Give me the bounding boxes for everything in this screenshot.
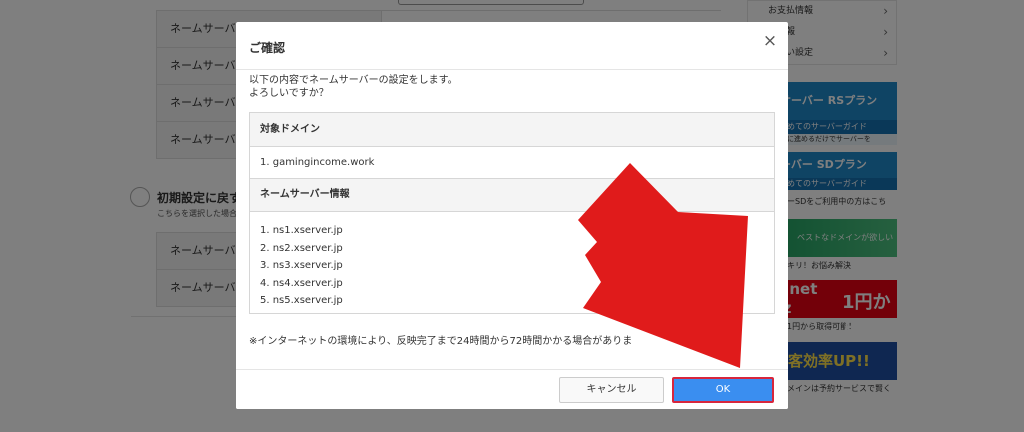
dialog-footer: キャンセル OK [236, 369, 788, 409]
propagation-note: ※インターネットの環境により、反映完了まで24時間から72時間かかる場合がありま [249, 336, 633, 347]
list-item: 4. ns4.xserver.jp [260, 277, 343, 289]
list-item: 3. ns3.xserver.jp [260, 260, 343, 271]
list-item: 5. ns5.xserver.jp [260, 295, 343, 306]
list-item: 2. ns2.xserver.jp [260, 242, 343, 254]
dialog-intro: 以下の内容でネームサーバーの設定をします。 よろしいですか？ [249, 74, 458, 100]
nameserver-list: 1. ns1.xserver.jp 2. ns2.xserver.jp 3. n… [250, 212, 774, 310]
cancel-button[interactable]: キャンセル [559, 377, 664, 403]
domain-heading: 対象ドメイン [250, 113, 774, 147]
ok-button[interactable]: OK [672, 377, 774, 403]
domain-value: 1. gamingincome.work [250, 147, 774, 179]
intro-line: 以下の内容でネームサーバーの設定をします。 [249, 75, 458, 86]
nameserver-heading: ネームサーバー情報 [250, 179, 774, 212]
close-icon[interactable]: × [759, 30, 781, 52]
list-item: 1. ns1.xserver.jp [260, 225, 343, 236]
confirm-details-box: 対象ドメイン 1. gamingincome.work ネームサーバー情報 1.… [249, 112, 775, 314]
dialog-body: 以下の内容でネームサーバーの設定をします。 よろしいですか？ 対象ドメイン 1.… [236, 70, 788, 370]
dialog-title: ご確認 [249, 41, 286, 55]
dialog-header: ご確認 × [236, 22, 788, 70]
confirm-dialog: ご確認 × 以下の内容でネームサーバーの設定をします。 よろしいですか？ 対象ド… [236, 22, 788, 409]
intro-line: よろしいですか？ [249, 88, 329, 99]
